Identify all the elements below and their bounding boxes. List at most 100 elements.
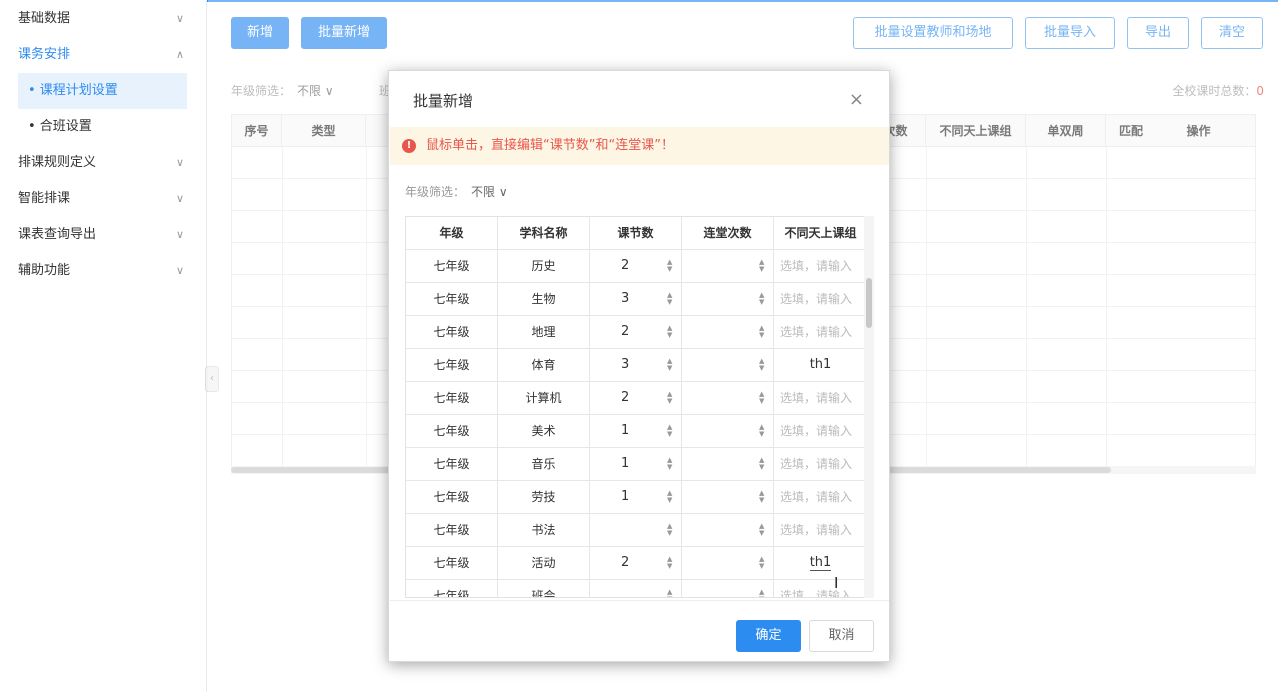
- consecutive-stepper[interactable]: ▲▼: [682, 349, 774, 382]
- periods-value[interactable]: 3: [621, 357, 629, 372]
- periods-stepper[interactable]: 3 ▲ ▼: [590, 349, 682, 382]
- sidebar-subitem-course-plan[interactable]: • 课程计划设置: [18, 73, 187, 109]
- spinner-arrows-icon[interactable]: ▲▼: [667, 523, 675, 537]
- consecutive-stepper[interactable]: ▲▼: [682, 283, 774, 316]
- subject-cell: 地理: [498, 316, 590, 349]
- sidebar-item-auxiliary[interactable]: 辅助功能 ∨: [0, 253, 206, 289]
- spinner-arrows-icon[interactable]: ▲▼: [759, 292, 767, 306]
- day-group-input[interactable]: th1: [774, 547, 865, 580]
- periods-value[interactable]: 1: [621, 489, 629, 504]
- sidebar-item-label: 智能排课: [18, 191, 71, 206]
- vertical-scrollbar[interactable]: [864, 216, 874, 598]
- spinner-arrows-icon[interactable]: ▲▼: [759, 556, 767, 570]
- periods-stepper[interactable]: ▲▼: [590, 514, 682, 547]
- sidebar-item-rules[interactable]: 排课规则定义 ∨: [0, 145, 206, 181]
- grade-cell: 七年级: [406, 448, 498, 481]
- consecutive-stepper[interactable]: ▲▼: [682, 448, 774, 481]
- spinner-arrows-icon[interactable]: ▲▼: [759, 457, 767, 471]
- column-header: 不同天上课组: [784, 226, 857, 240]
- day-group-value[interactable]: th1: [810, 357, 832, 372]
- day-group-input[interactable]: 选填，请输入: [774, 316, 865, 349]
- periods-value[interactable]: 3: [621, 291, 629, 306]
- confirm-button[interactable]: 确定: [736, 620, 801, 652]
- periods-stepper[interactable]: 1 ▲ ▼: [590, 481, 682, 514]
- spinner-arrows-icon[interactable]: ▲▼: [759, 358, 767, 372]
- table-row: 七年级 书法 ▲ ▼ ▲ ▼ 选填，请输入: [406, 514, 865, 547]
- day-group-input[interactable]: 选填，请输入: [774, 250, 865, 283]
- subject-cell: 班会: [498, 580, 590, 597]
- periods-value[interactable]: 2: [621, 258, 629, 273]
- consecutive-stepper[interactable]: ▲▼: [682, 382, 774, 415]
- day-group-input[interactable]: 选填，请输入: [774, 382, 865, 415]
- periods-stepper[interactable]: 2 ▲ ▼: [590, 250, 682, 283]
- periods-stepper[interactable]: 2 ▲ ▼: [590, 547, 682, 580]
- table-row: 七年级 生物 3 ▲ ▼ ▲ ▼ 选填，请输入: [406, 283, 865, 316]
- day-group-input[interactable]: 选填，请输入: [774, 415, 865, 448]
- spinner-arrows-icon[interactable]: ▲▼: [667, 292, 675, 306]
- day-group-input[interactable]: 选填，请输入: [774, 283, 865, 316]
- consecutive-stepper[interactable]: ▲▼: [682, 481, 774, 514]
- spinner-arrows-icon[interactable]: ▲▼: [667, 589, 675, 598]
- periods-stepper[interactable]: 1 ▲ ▼: [590, 415, 682, 448]
- spinner-arrows-icon[interactable]: ▲▼: [759, 589, 767, 598]
- periods-stepper[interactable]: ▲▼: [590, 580, 682, 598]
- day-group-value[interactable]: th1: [809, 555, 832, 571]
- subject-cell: 音乐: [498, 448, 590, 481]
- consecutive-stepper[interactable]: ▲▼: [682, 316, 774, 349]
- spinner-arrows-icon[interactable]: ▲▼: [667, 457, 675, 471]
- spinner-arrows-icon[interactable]: ▲▼: [667, 424, 675, 438]
- periods-stepper[interactable]: 2 ▲ ▼: [590, 316, 682, 349]
- spinner-arrows-icon[interactable]: ▲▼: [667, 391, 675, 405]
- consecutive-stepper[interactable]: ▲▼: [682, 415, 774, 448]
- sidebar: 基础数据 ∨ 课务安排 ∧ • 课程计划设置 • 合班设置 排课规则定义 ∨ 智…: [0, 0, 207, 692]
- spinner-arrows-icon[interactable]: ▲▼: [667, 556, 675, 570]
- spinner-arrows-icon[interactable]: ▲▼: [759, 424, 767, 438]
- periods-value[interactable]: 1: [621, 423, 629, 438]
- spinner-arrows-icon[interactable]: ▲▼: [759, 391, 767, 405]
- spinner-arrows-icon[interactable]: ▲▼: [759, 490, 767, 504]
- spinner-arrows-icon[interactable]: ▲▼: [667, 259, 675, 273]
- grade-cell: 七年级: [406, 481, 498, 514]
- periods-stepper[interactable]: 1 ▲ ▼: [590, 448, 682, 481]
- spinner-arrows-icon[interactable]: ▲▼: [759, 523, 767, 537]
- grade-filter-label: 年级筛选：: [405, 185, 466, 199]
- periods-value[interactable]: 2: [621, 324, 629, 339]
- day-group-input[interactable]: 选填，请输入: [774, 448, 865, 481]
- consecutive-stepper[interactable]: ▲▼: [682, 547, 774, 580]
- close-icon[interactable]: ×: [849, 89, 864, 110]
- sidebar-subitem-label: • 课程计划设置: [28, 83, 118, 98]
- sidebar-item-smart-schedule[interactable]: 智能排课 ∨: [0, 181, 206, 217]
- spinner-arrows-icon[interactable]: ▲▼: [667, 490, 675, 504]
- spinner-arrows-icon[interactable]: ▲▼: [759, 259, 767, 273]
- sidebar-subitem-combined-class[interactable]: • 合班设置: [0, 109, 206, 145]
- cancel-button[interactable]: 取消: [809, 620, 874, 652]
- periods-value[interactable]: 2: [621, 390, 629, 405]
- spinner-arrows-icon[interactable]: ▲▼: [759, 325, 767, 339]
- day-group-input[interactable]: 选填，请输入: [774, 514, 865, 547]
- dialog-grade-filter[interactable]: 年级筛选： 不限 ∨: [405, 183, 508, 200]
- consecutive-stepper[interactable]: ▲▼: [682, 250, 774, 283]
- grade-cell: 七年级: [406, 283, 498, 316]
- chevron-down-icon: ∨: [175, 12, 184, 25]
- scrollbar-thumb[interactable]: [866, 278, 872, 328]
- sidebar-item-course-arrangement[interactable]: 课务安排 ∧: [0, 37, 206, 73]
- periods-value[interactable]: 1: [621, 456, 629, 471]
- table-row: 七年级 地理 2 ▲ ▼ ▲ ▼ 选填，请输入: [406, 316, 865, 349]
- spinner-arrows-icon[interactable]: ▲▼: [667, 325, 675, 339]
- grade-filter-value[interactable]: 不限 ∨: [471, 185, 508, 199]
- sidebar-item-timetable-export[interactable]: 课表查询导出 ∨: [0, 217, 206, 253]
- consecutive-stepper[interactable]: ▲▼: [682, 514, 774, 547]
- day-group-input[interactable]: 选填，请输入: [774, 580, 865, 597]
- table-row: 七年级 劳技 1 ▲ ▼ ▲ ▼ 选填，请输入: [406, 481, 865, 514]
- sidebar-item-basic-data[interactable]: 基础数据 ∨: [0, 1, 206, 37]
- periods-stepper[interactable]: 3 ▲ ▼: [590, 283, 682, 316]
- spinner-arrows-icon[interactable]: ▲▼: [667, 358, 675, 372]
- grade-cell: 七年级: [406, 349, 498, 382]
- periods-stepper[interactable]: 2 ▲ ▼: [590, 382, 682, 415]
- periods-value[interactable]: 2: [621, 555, 629, 570]
- day-group-input[interactable]: 选填，请输入: [774, 481, 865, 514]
- day-group-input[interactable]: th1: [774, 349, 865, 382]
- chevron-down-icon: ∨: [175, 192, 184, 205]
- column-header: 年级: [406, 217, 498, 250]
- consecutive-stepper[interactable]: ▲▼: [682, 580, 774, 598]
